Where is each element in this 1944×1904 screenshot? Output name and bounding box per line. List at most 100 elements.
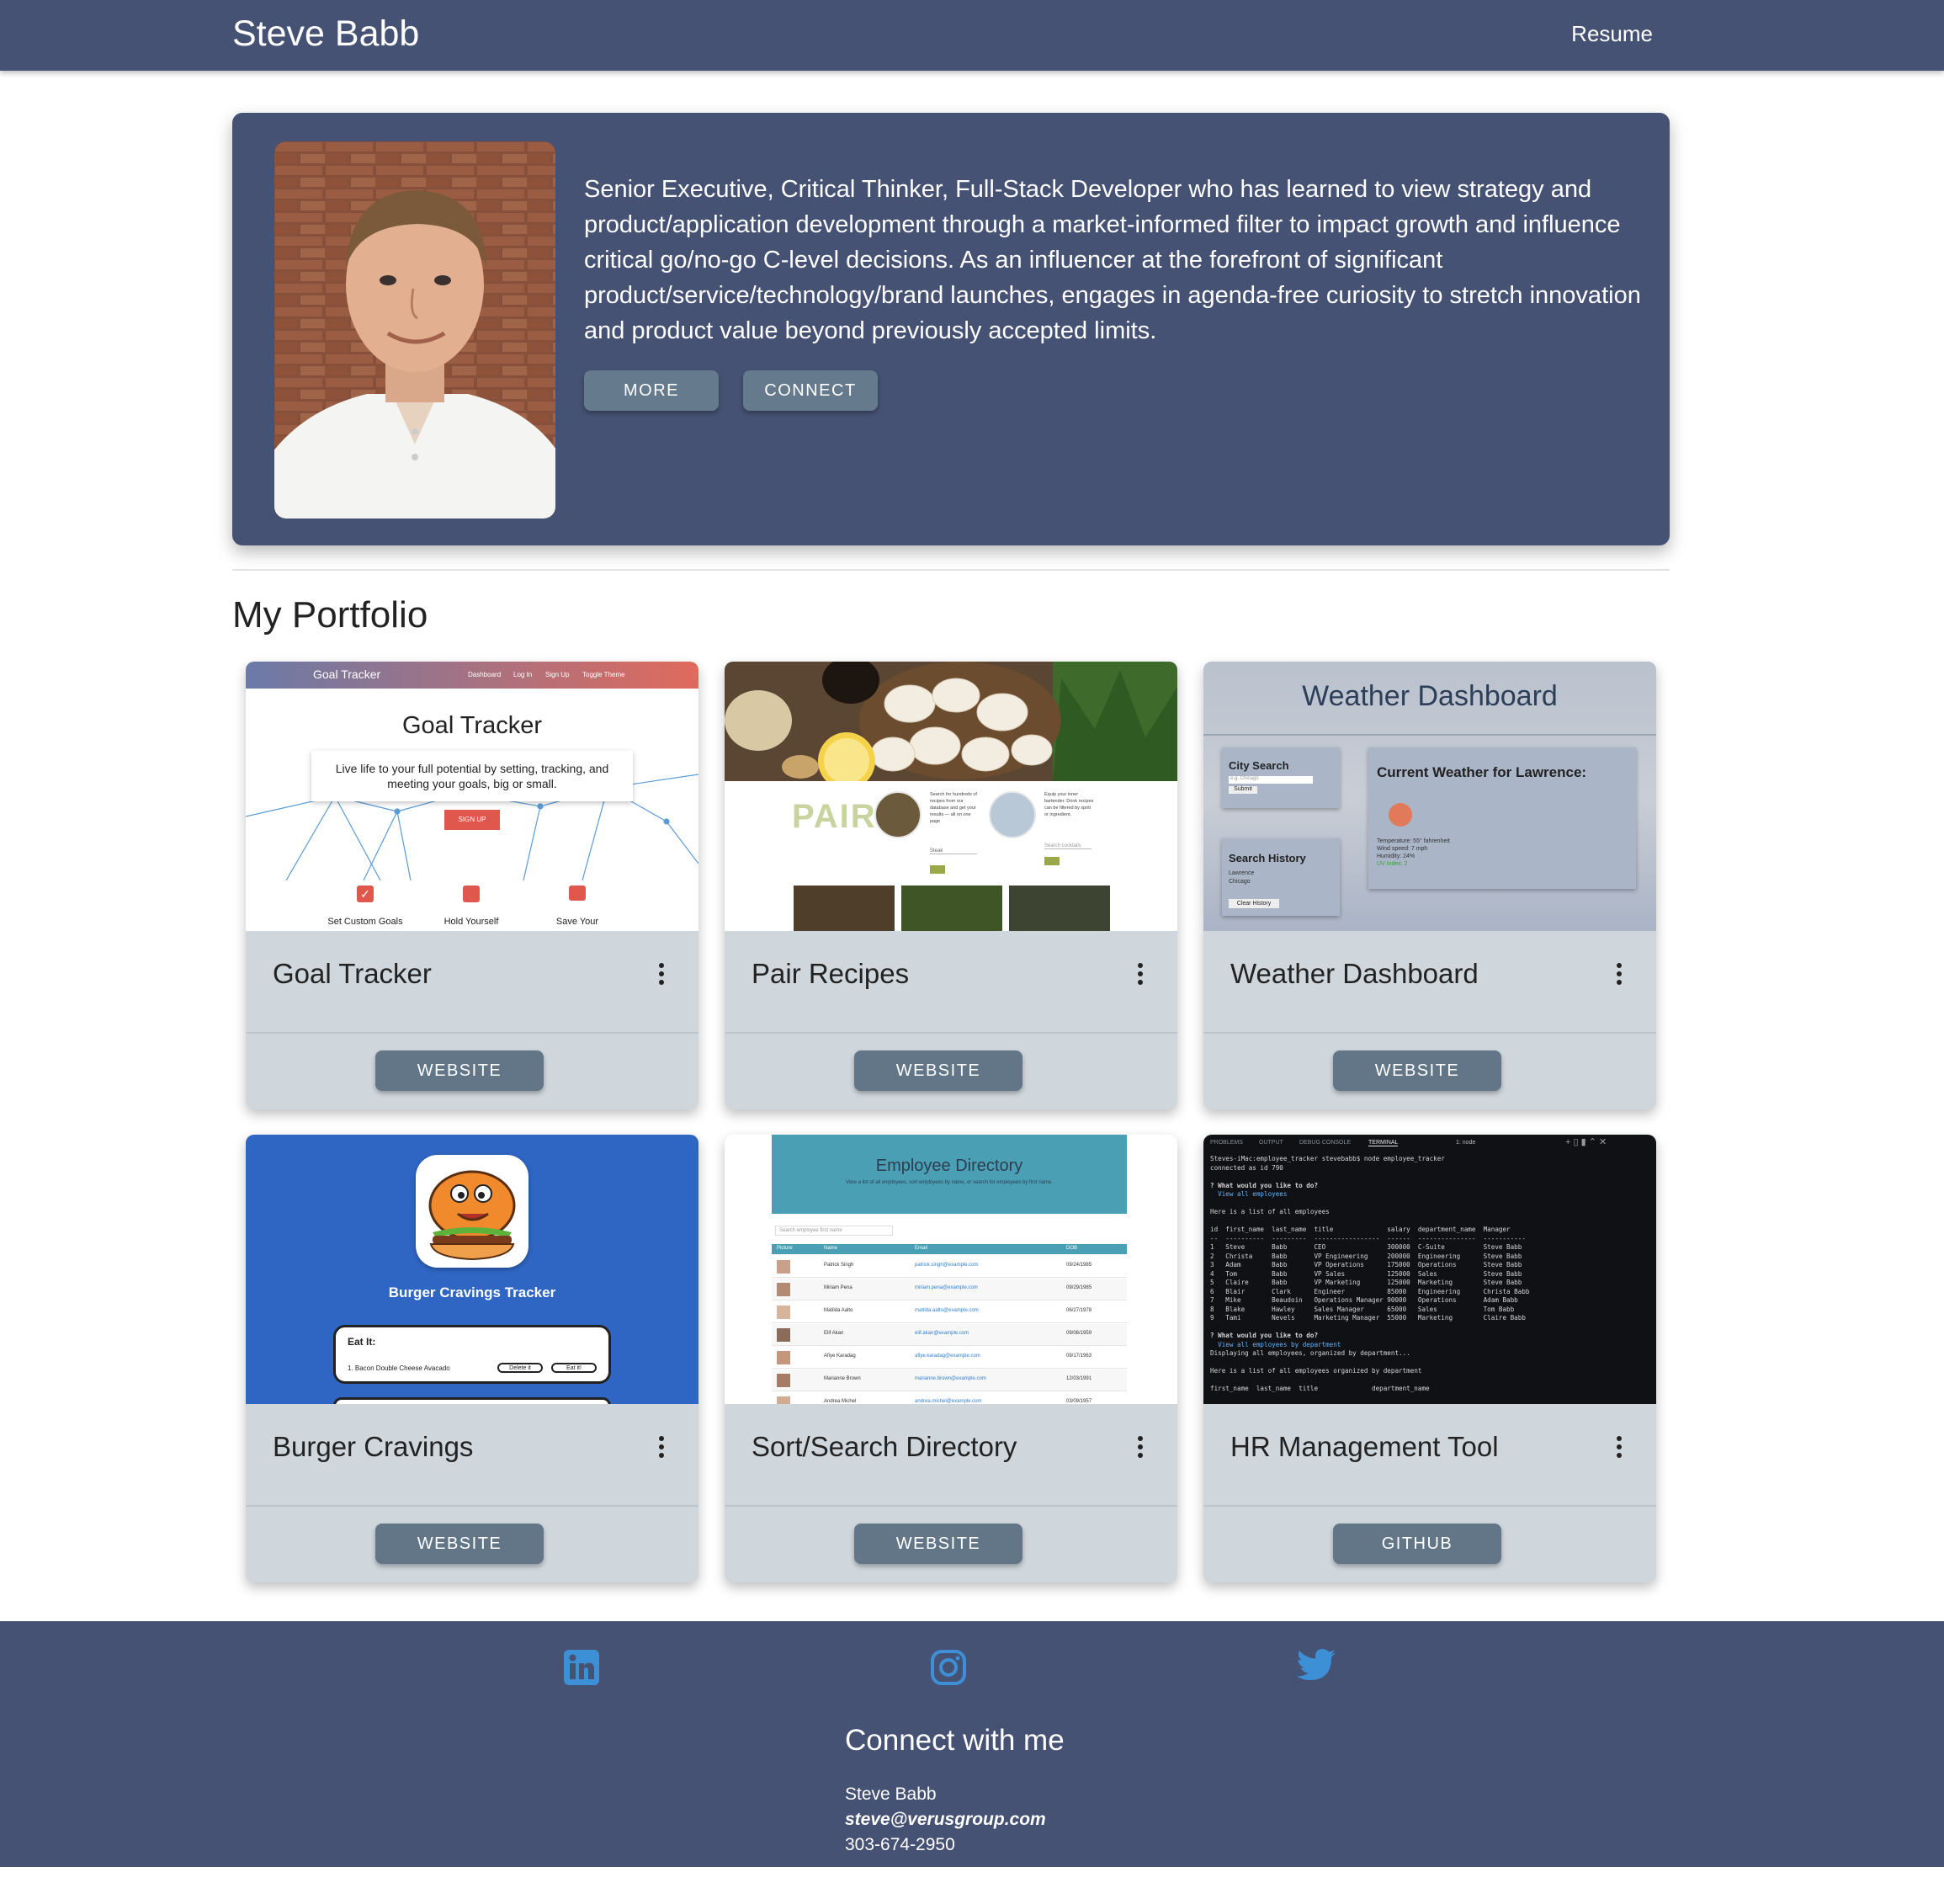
mushroom-photo [725, 662, 1177, 781]
website-button[interactable]: WEBSITE [854, 1050, 1022, 1091]
terminal-line: Steves-iMac:employee_tracker stevebabb$ … [1210, 1155, 1445, 1162]
brand-title[interactable]: Steve Babb [232, 13, 419, 55]
preview-nav-link: Dashboard [468, 671, 502, 678]
preview-header: Employee Directory View a list of all em… [772, 1135, 1127, 1214]
preview-nav-link: Toggle Theme [582, 671, 625, 678]
preview-food-thumb [874, 791, 922, 838]
avatar [777, 1351, 790, 1364]
preview-cell-dob: 09/29/1985 [1066, 1285, 1092, 1290]
preview-current-title: Current Weather for Lawrence: [1377, 764, 1587, 780]
preview-eat-title: Eat It: [348, 1336, 376, 1348]
website-button[interactable]: WEBSITE [854, 1524, 1022, 1564]
linkedin-icon[interactable] [562, 1648, 601, 1687]
preview-history-item: Lawrence [1229, 870, 1255, 876]
sun-icon [1389, 803, 1412, 827]
preview-search-button [1044, 857, 1060, 865]
card-title: Sort/Search Directory [752, 1431, 1017, 1462]
preview-cell-name: Patrick Singh [824, 1263, 854, 1268]
preview-burger-item: 1. Bacon Double Cheese Avacado [348, 1364, 450, 1372]
hero-card: Senior Executive, Critical Thinker, Full… [232, 113, 1670, 545]
preview-cell-name: Elif Akan [824, 1331, 844, 1336]
more-vert-icon[interactable] [658, 1436, 665, 1458]
preview-cell-dob: 12/03/1991 [1066, 1376, 1092, 1381]
preview-cell-dob: 09/24/1985 [1066, 1263, 1092, 1268]
card-divider [725, 1505, 1177, 1507]
more-button[interactable]: MORE [584, 370, 719, 411]
more-vert-icon[interactable] [1616, 1436, 1623, 1458]
more-vert-icon[interactable] [1616, 963, 1623, 985]
preview-recipe-photo [794, 886, 895, 931]
preview-subheading: View a list of all employees, sort emplo… [846, 1180, 1053, 1185]
card-title: Weather Dashboard [1230, 958, 1479, 989]
website-button[interactable]: WEBSITE [1333, 1050, 1501, 1091]
terminal-output: Steves-iMac:employee_tracker stevebabb$ … [1210, 1155, 1656, 1394]
preview-blurb: Search for hundreds of recipes from our … [930, 792, 977, 824]
avatar [777, 1283, 790, 1296]
terminal-line: View all employees by department [1210, 1340, 1341, 1348]
preview-panel-title: City Search [1229, 759, 1289, 772]
avatar [777, 1260, 790, 1274]
checkbox-icon: ✓ [357, 886, 374, 902]
preview-column-header: DOB [1066, 1246, 1078, 1251]
terminal-line: ? What would you like to do? [1210, 1181, 1319, 1189]
preview-column-header: Picture [777, 1246, 793, 1251]
card-title: Burger Cravings [273, 1431, 474, 1462]
preview-feature: Set Custom Goals [327, 917, 403, 927]
more-vert-icon[interactable] [1137, 1436, 1144, 1458]
preview-submit-button: Submit [1229, 786, 1257, 794]
preview-eat-button: Eat it! [551, 1363, 597, 1373]
message-icon [569, 886, 586, 901]
preview-cell-name: Miriam Pena [824, 1285, 852, 1290]
preview-column-header: Email [915, 1246, 928, 1251]
preview-terminal-tab: DEBUG CONSOLE [1299, 1140, 1352, 1146]
pair-recipes-preview[interactable]: PAIR Search for hundreds of recipes from… [725, 662, 1177, 931]
more-vert-icon[interactable] [1137, 963, 1144, 985]
website-button[interactable]: WEBSITE [375, 1524, 544, 1564]
preview-terminal-tab: OUTPUT [1259, 1140, 1283, 1146]
more-vert-icon[interactable] [658, 963, 665, 985]
goal-tracker-preview[interactable]: Goal Tracker Dashboard Log In Sign Up To… [246, 662, 698, 931]
twitter-icon[interactable] [1296, 1648, 1336, 1687]
preview-terminal-tab: PROBLEMS [1210, 1140, 1243, 1146]
preview-temperature: Temperature: 55° fahrenheit [1377, 838, 1450, 844]
terminal-line: 8 Blake Hawley Sales Manager 65000 Sales… [1210, 1305, 1515, 1313]
employee-directory-preview[interactable]: Employee Directory View a list of all em… [725, 1135, 1177, 1404]
project-card-sort-search-directory: Employee Directory View a list of all em… [725, 1135, 1177, 1582]
contact-phone: 303-674-2950 [845, 1835, 955, 1854]
preview-heading: Weather Dashboard [1302, 680, 1558, 712]
profile-photo [274, 141, 555, 519]
divider [232, 569, 1670, 571]
card-divider [246, 1505, 698, 1507]
preview-cell-name: Matilda Aalto [824, 1308, 853, 1313]
card-title: Goal Tracker [273, 958, 432, 989]
website-button[interactable]: WEBSITE [375, 1050, 544, 1091]
github-button[interactable]: GITHUB [1333, 1524, 1501, 1564]
preview-cell-dob: 03/09/1957 [1066, 1399, 1092, 1404]
preview-cell-email: miriam.pena@example.com [915, 1285, 978, 1290]
preview-cell-name: Andrea Michel [824, 1399, 857, 1404]
terminal-line: View all employees [1210, 1190, 1288, 1198]
weather-dashboard-preview[interactable]: Weather Dashboard City Search e.g. Chica… [1203, 662, 1656, 931]
terminal-line: Here is a list of all employees organize… [1210, 1367, 1422, 1375]
preview-cell-dob: 06/27/1978 [1066, 1308, 1092, 1313]
preview-clear-button: Clear History [1229, 899, 1279, 908]
contact-email[interactable]: steve@verusgroup.com [845, 1810, 1046, 1830]
preview-uv-index: UV Index: 2 [1377, 861, 1408, 867]
card-divider [725, 1032, 1177, 1034]
terminal-preview[interactable]: PROBLEMS OUTPUT DEBUG CONSOLE TERMINAL 1… [1203, 1135, 1656, 1404]
preview-table-row: Matilda Aalto matilda.aalto@example.com 06… [772, 1301, 1127, 1323]
instagram-icon[interactable] [929, 1648, 968, 1687]
chart-icon [463, 886, 480, 902]
project-card-weather-dashboard: Weather Dashboard City Search e.g. Chica… [1203, 662, 1656, 1109]
terminal-line: Displaying all employees, organized by d… [1210, 1349, 1410, 1357]
burger-cravings-preview[interactable]: Burger Cravings Tracker Eat It: 1. Bacon… [246, 1135, 698, 1404]
preview-cell-email: afiye.karadag@example.com [915, 1354, 980, 1359]
connect-heading: Connect with me [845, 1724, 1065, 1757]
terminal-line: 1 Steve Babb CEO 300000 C-Suite Steve Ba… [1210, 1243, 1522, 1251]
terminal-line: ? What would you like to do? [1210, 1332, 1319, 1339]
preview-city-input: e.g. Chicago [1229, 776, 1313, 784]
connect-button[interactable]: CONNECT [743, 370, 878, 411]
project-card-burger-cravings: Burger Cravings Tracker Eat It: 1. Bacon… [246, 1135, 698, 1582]
preview-history-panel: Search History Lawrence Chicago Clear Hi… [1222, 838, 1340, 916]
resume-link[interactable]: Resume [1571, 21, 1653, 47]
